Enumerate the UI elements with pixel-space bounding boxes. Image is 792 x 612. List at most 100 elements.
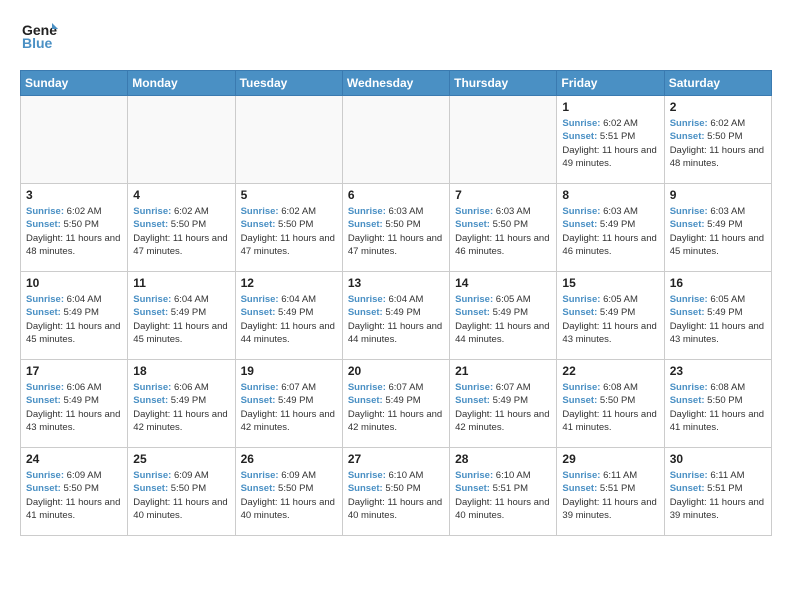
day-info: Sunrise: 6:04 AMSunset: 5:49 PMDaylight:… — [241, 293, 337, 346]
calendar-cell: 25 Sunrise: 6:09 AMSunset: 5:50 PMDayligh… — [128, 448, 235, 536]
calendar-cell: 23 Sunrise: 6:08 AMSunset: 5:50 PMDayligh… — [664, 360, 771, 448]
calendar-cell: 18Sunrise: 6:06 AMSunset: 5:49 PMDayligh… — [128, 360, 235, 448]
day-info: Sunrise: 6:07 AMSunset: 5:49 PMDaylight:… — [455, 381, 551, 434]
day-number: 10 — [26, 276, 122, 290]
weekday-header-tuesday: Tuesday — [235, 71, 342, 96]
day-info: Sunrise: 6:07 AMSunset: 5:49 PMDaylight:… — [241, 381, 337, 434]
calendar-cell — [235, 96, 342, 184]
day-number: 29 — [562, 452, 658, 466]
day-info: Sunrise: 6:05 AMSunset: 5:49 PMDaylight:… — [455, 293, 551, 346]
day-info: Sunrise: 6:03 AMSunset: 5:50 PMDaylight:… — [455, 205, 551, 258]
calendar-cell: 29 Sunrise: 6:11 AMSunset: 5:51 PMDayligh… — [557, 448, 664, 536]
calendar-cell: 27Sunrise: 6:10 AMSunset: 5:50 PMDayligh… — [342, 448, 449, 536]
header: General Blue — [20, 15, 772, 58]
week-row-1: 3 Sunrise: 6:02 AMSunset: 5:50 PMDaylight… — [21, 184, 772, 272]
day-number: 19 — [241, 364, 337, 378]
calendar-cell: 16 Sunrise: 6:05 AMSunset: 5:49 PMDayligh… — [664, 272, 771, 360]
logo-icon: General Blue — [20, 15, 58, 58]
day-number: 24 — [26, 452, 122, 466]
day-number: 20 — [348, 364, 444, 378]
calendar-cell: 9Sunrise: 6:03 AMSunset: 5:49 PMDaylight… — [664, 184, 771, 272]
weekday-header-wednesday: Wednesday — [342, 71, 449, 96]
day-info: Sunrise: 6:04 AMSunset: 5:49 PMDaylight:… — [26, 293, 122, 346]
calendar-cell: 8 Sunrise: 6:03 AMSunset: 5:49 PMDaylight… — [557, 184, 664, 272]
day-info: Sunrise: 6:08 AMSunset: 5:50 PMDaylight:… — [562, 381, 658, 434]
day-number: 8 — [562, 188, 658, 202]
day-number: 2 — [670, 100, 766, 114]
day-number: 26 — [241, 452, 337, 466]
day-info: Sunrise: 6:07 AMSunset: 5:49 PMDaylight:… — [348, 381, 444, 434]
page: General Blue SundayMondayTuesdayWednesda… — [0, 0, 792, 551]
day-number: 30 — [670, 452, 766, 466]
day-number: 21 — [455, 364, 551, 378]
day-info: Sunrise: 6:02 AMSunset: 5:51 PMDaylight:… — [562, 117, 658, 170]
weekday-header-saturday: Saturday — [664, 71, 771, 96]
day-number: 25 — [133, 452, 229, 466]
calendar: SundayMondayTuesdayWednesdayThursdayFrid… — [20, 70, 772, 536]
day-info: Sunrise: 6:03 AMSunset: 5:49 PMDaylight:… — [670, 205, 766, 258]
calendar-cell: 5 Sunrise: 6:02 AMSunset: 5:50 PMDaylight… — [235, 184, 342, 272]
calendar-cell — [21, 96, 128, 184]
weekday-header-monday: Monday — [128, 71, 235, 96]
day-info: Sunrise: 6:11 AMSunset: 5:51 PMDaylight:… — [670, 469, 766, 522]
day-number: 15 — [562, 276, 658, 290]
day-info: Sunrise: 6:02 AMSunset: 5:50 PMDaylight:… — [26, 205, 122, 258]
day-info: Sunrise: 6:06 AMSunset: 5:49 PMDaylight:… — [133, 381, 229, 434]
day-number: 14 — [455, 276, 551, 290]
calendar-cell: 15 Sunrise: 6:05 AMSunset: 5:49 PMDayligh… — [557, 272, 664, 360]
day-info: Sunrise: 6:09 AMSunset: 5:50 PMDaylight:… — [241, 469, 337, 522]
day-info: Sunrise: 6:02 AMSunset: 5:50 PMDaylight:… — [133, 205, 229, 258]
day-number: 16 — [670, 276, 766, 290]
day-info: Sunrise: 6:08 AMSunset: 5:50 PMDaylight:… — [670, 381, 766, 434]
day-number: 11 — [133, 276, 229, 290]
week-row-0: 1 Sunrise: 6:02 AMSunset: 5:51 PMDaylight… — [21, 96, 772, 184]
calendar-cell: 17 Sunrise: 6:06 AMSunset: 5:49 PMDayligh… — [21, 360, 128, 448]
calendar-cell: 20 Sunrise: 6:07 AMSunset: 5:49 PMDayligh… — [342, 360, 449, 448]
calendar-cell: 12 Sunrise: 6:04 AMSunset: 5:49 PMDayligh… — [235, 272, 342, 360]
logo: General Blue — [20, 15, 58, 58]
day-number: 28 — [455, 452, 551, 466]
weekday-header-thursday: Thursday — [450, 71, 557, 96]
day-number: 5 — [241, 188, 337, 202]
calendar-cell: 26 Sunrise: 6:09 AMSunset: 5:50 PMDayligh… — [235, 448, 342, 536]
day-info: Sunrise: 6:03 AMSunset: 5:50 PMDaylight:… — [348, 205, 444, 258]
day-info: Sunrise: 6:05 AMSunset: 5:49 PMDaylight:… — [670, 293, 766, 346]
calendar-cell: 28 Sunrise: 6:10 AMSunset: 5:51 PMDayligh… — [450, 448, 557, 536]
calendar-cell: 7 Sunrise: 6:03 AMSunset: 5:50 PMDaylight… — [450, 184, 557, 272]
day-info: Sunrise: 6:02 AMSunset: 5:50 PMDaylight:… — [241, 205, 337, 258]
day-info: Sunrise: 6:03 AMSunset: 5:49 PMDaylight:… — [562, 205, 658, 258]
day-number: 7 — [455, 188, 551, 202]
day-number: 23 — [670, 364, 766, 378]
week-row-3: 17 Sunrise: 6:06 AMSunset: 5:49 PMDayligh… — [21, 360, 772, 448]
calendar-cell — [342, 96, 449, 184]
day-number: 3 — [26, 188, 122, 202]
day-info: Sunrise: 6:06 AMSunset: 5:49 PMDaylight:… — [26, 381, 122, 434]
day-number: 6 — [348, 188, 444, 202]
weekday-header-friday: Friday — [557, 71, 664, 96]
day-info: Sunrise: 6:09 AMSunset: 5:50 PMDaylight:… — [133, 469, 229, 522]
day-number: 4 — [133, 188, 229, 202]
calendar-cell: 10 Sunrise: 6:04 AMSunset: 5:49 PMDayligh… — [21, 272, 128, 360]
calendar-cell: 3 Sunrise: 6:02 AMSunset: 5:50 PMDaylight… — [21, 184, 128, 272]
day-info: Sunrise: 6:10 AMSunset: 5:51 PMDaylight:… — [455, 469, 551, 522]
week-row-2: 10 Sunrise: 6:04 AMSunset: 5:49 PMDayligh… — [21, 272, 772, 360]
day-info: Sunrise: 6:09 AMSunset: 5:50 PMDaylight:… — [26, 469, 122, 522]
day-info: Sunrise: 6:11 AMSunset: 5:51 PMDaylight:… — [562, 469, 658, 522]
day-info: Sunrise: 6:04 AMSunset: 5:49 PMDaylight:… — [348, 293, 444, 346]
calendar-cell — [128, 96, 235, 184]
calendar-cell: 6 Sunrise: 6:03 AMSunset: 5:50 PMDaylight… — [342, 184, 449, 272]
calendar-cell: 13Sunrise: 6:04 AMSunset: 5:49 PMDayligh… — [342, 272, 449, 360]
calendar-cell: 30 Sunrise: 6:11 AMSunset: 5:51 PMDayligh… — [664, 448, 771, 536]
calendar-cell: 21 Sunrise: 6:07 AMSunset: 5:49 PMDayligh… — [450, 360, 557, 448]
calendar-cell: 2 Sunrise: 6:02 AMSunset: 5:50 PMDaylight… — [664, 96, 771, 184]
day-number: 22 — [562, 364, 658, 378]
calendar-cell: 4 Sunrise: 6:02 AMSunset: 5:50 PMDaylight… — [128, 184, 235, 272]
day-number: 17 — [26, 364, 122, 378]
day-info: Sunrise: 6:05 AMSunset: 5:49 PMDaylight:… — [562, 293, 658, 346]
day-info: Sunrise: 6:02 AMSunset: 5:50 PMDaylight:… — [670, 117, 766, 170]
day-number: 1 — [562, 100, 658, 114]
day-info: Sunrise: 6:10 AMSunset: 5:50 PMDaylight:… — [348, 469, 444, 522]
day-number: 12 — [241, 276, 337, 290]
weekday-header-sunday: Sunday — [21, 71, 128, 96]
calendar-cell: 14 Sunrise: 6:05 AMSunset: 5:49 PMDayligh… — [450, 272, 557, 360]
